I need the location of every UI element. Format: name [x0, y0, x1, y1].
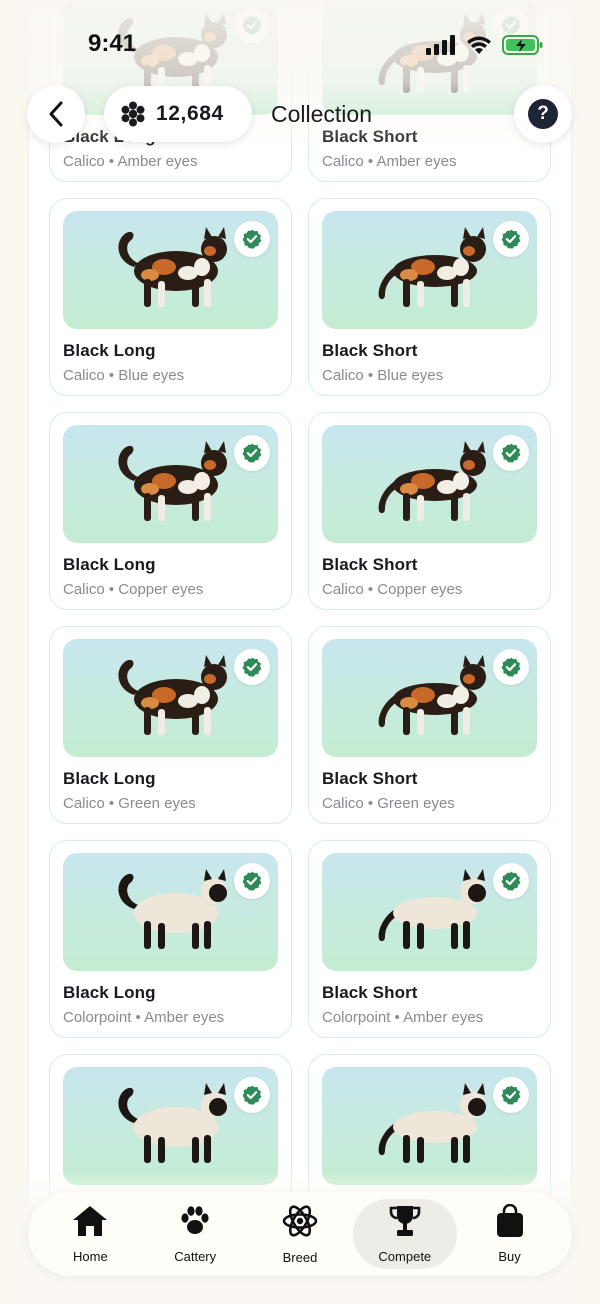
owned-check-badge: [493, 1077, 529, 1113]
coin-balance[interactable]: 12,684: [104, 86, 252, 142]
tab-label: Compete: [378, 1249, 432, 1264]
cat-card-art: [322, 1067, 537, 1185]
cat-card-subtitle: Colorpoint • Amber eyes: [322, 1009, 484, 1026]
verified-check-icon: [242, 1085, 262, 1105]
tab-home[interactable]: Home: [38, 1199, 142, 1269]
cat-card-art: [63, 853, 278, 971]
cat-illustration: [117, 869, 227, 949]
app-header: 12,684 Collection ?: [0, 85, 600, 145]
tab-label: Buy: [498, 1249, 521, 1264]
cat-card-title: Black Long: [63, 555, 156, 574]
tab-label: Cattery: [174, 1249, 217, 1264]
owned-check-badge: [234, 435, 270, 471]
cat-card-subtitle: Calico • Amber eyes: [322, 153, 457, 170]
cat-card-title: Black Long: [63, 983, 156, 1002]
cat-card[interactable]: Black Long Colorpoint • Amber eyes: [49, 840, 292, 1038]
owned-check-badge: [493, 649, 529, 685]
cat-card-title: Black Long: [63, 341, 156, 360]
cat-card-art: [63, 211, 278, 329]
status-icons: [426, 34, 544, 56]
cat-illustration: [378, 1083, 486, 1163]
owned-check-badge: [234, 221, 270, 257]
cat-card[interactable]: Black Long Calico • Copper eyes: [49, 412, 292, 610]
verified-check-icon: [242, 229, 262, 249]
owned-check-badge: [234, 1077, 270, 1113]
tab-compete[interactable]: Compete: [352, 1199, 457, 1269]
cat-card-art: [63, 425, 278, 543]
back-button[interactable]: [27, 85, 85, 143]
paw-flower-icon: [121, 101, 145, 127]
verified-check-icon: [242, 871, 262, 891]
cat-card-title: Black Short: [322, 769, 418, 788]
owned-check-badge: [234, 649, 270, 685]
shopping-bag-icon: [495, 1203, 525, 1243]
owned-check-badge: [493, 435, 529, 471]
owned-check-badge: [493, 221, 529, 257]
collection-grid: Black Long Calico • Amber eyes Black Short…: [49, 0, 553, 1252]
cat-card-title: Black Short: [322, 983, 418, 1002]
cat-card-art: [322, 853, 537, 971]
cat-card-art: [63, 639, 278, 757]
verified-check-icon: [501, 657, 521, 677]
cat-card-subtitle: Calico • Copper eyes: [63, 581, 204, 598]
cat-card[interactable]: Black Short Calico • Green eyes: [308, 626, 551, 824]
signal-icon: [426, 35, 455, 55]
verified-check-icon: [501, 1085, 521, 1105]
status-time: 9:41: [88, 30, 137, 57]
cat-card-subtitle: Calico • Green eyes: [322, 795, 455, 812]
atom-icon: [282, 1203, 318, 1244]
verified-check-icon: [501, 871, 521, 891]
cat-illustration: [378, 655, 486, 735]
cat-card-subtitle: Calico • Amber eyes: [63, 153, 198, 170]
cat-card-title: Black Short: [322, 341, 418, 360]
collection-scroll[interactable]: Black Long Calico • Amber eyes Black Short…: [28, 0, 572, 1304]
question-icon: ?: [528, 99, 558, 129]
help-button[interactable]: ?: [514, 85, 572, 143]
tab-breed[interactable]: Breed: [248, 1199, 352, 1269]
trophy-icon: [389, 1204, 421, 1243]
paw-icon: [178, 1204, 212, 1243]
verified-check-icon: [242, 443, 262, 463]
cat-card-art: [63, 1067, 278, 1185]
coin-count: 12,684: [156, 102, 224, 125]
cat-card[interactable]: Black Short Colorpoint • Amber eyes: [308, 840, 551, 1038]
tab-label: Breed: [282, 1250, 318, 1265]
cat-card-art: [322, 211, 537, 329]
tab-label: Home: [73, 1249, 108, 1264]
owned-check-badge: [234, 863, 270, 899]
wifi-icon: [467, 36, 491, 54]
cat-illustration: [378, 227, 486, 307]
bottom-tab-bar: Home Cattery Breed Compete Buy: [28, 1192, 572, 1276]
chevron-left-icon: [49, 101, 63, 127]
verified-check-icon: [242, 657, 262, 677]
cat-illustration: [117, 441, 227, 521]
tab-buy[interactable]: Buy: [458, 1199, 562, 1269]
battery-charging-icon: [502, 35, 543, 55]
owned-check-badge: [493, 863, 529, 899]
cat-illustration: [117, 655, 227, 735]
cat-card-art: [322, 639, 537, 757]
cat-illustration: [117, 227, 227, 307]
cat-card-title: Black Short: [322, 555, 418, 574]
cat-card-subtitle: Calico • Blue eyes: [63, 367, 185, 384]
cat-card-subtitle: Calico • Green eyes: [63, 795, 196, 812]
cat-card[interactable]: Black Short Calico • Blue eyes: [308, 198, 551, 396]
cat-card-subtitle: Colorpoint • Amber eyes: [63, 1009, 225, 1026]
page-title: Collection: [271, 101, 372, 127]
cat-card[interactable]: Black Short Calico • Copper eyes: [308, 412, 551, 610]
cat-card-art: [322, 425, 537, 543]
verified-check-icon: [501, 229, 521, 249]
cat-card-subtitle: Calico • Blue eyes: [322, 367, 444, 384]
cat-card[interactable]: Black Long Calico • Blue eyes: [49, 198, 292, 396]
verified-check-icon: [501, 443, 521, 463]
cat-illustration: [117, 1083, 227, 1163]
cat-card[interactable]: Black Long Calico • Green eyes: [49, 626, 292, 824]
tab-cattery[interactable]: Cattery: [143, 1199, 247, 1269]
status-bar: 9:41: [0, 28, 600, 62]
cat-illustration: [378, 441, 486, 521]
cat-card-title: Black Long: [63, 769, 156, 788]
cat-illustration: [378, 869, 486, 949]
home-icon: [71, 1204, 109, 1243]
cat-card-subtitle: Calico • Copper eyes: [322, 581, 463, 598]
